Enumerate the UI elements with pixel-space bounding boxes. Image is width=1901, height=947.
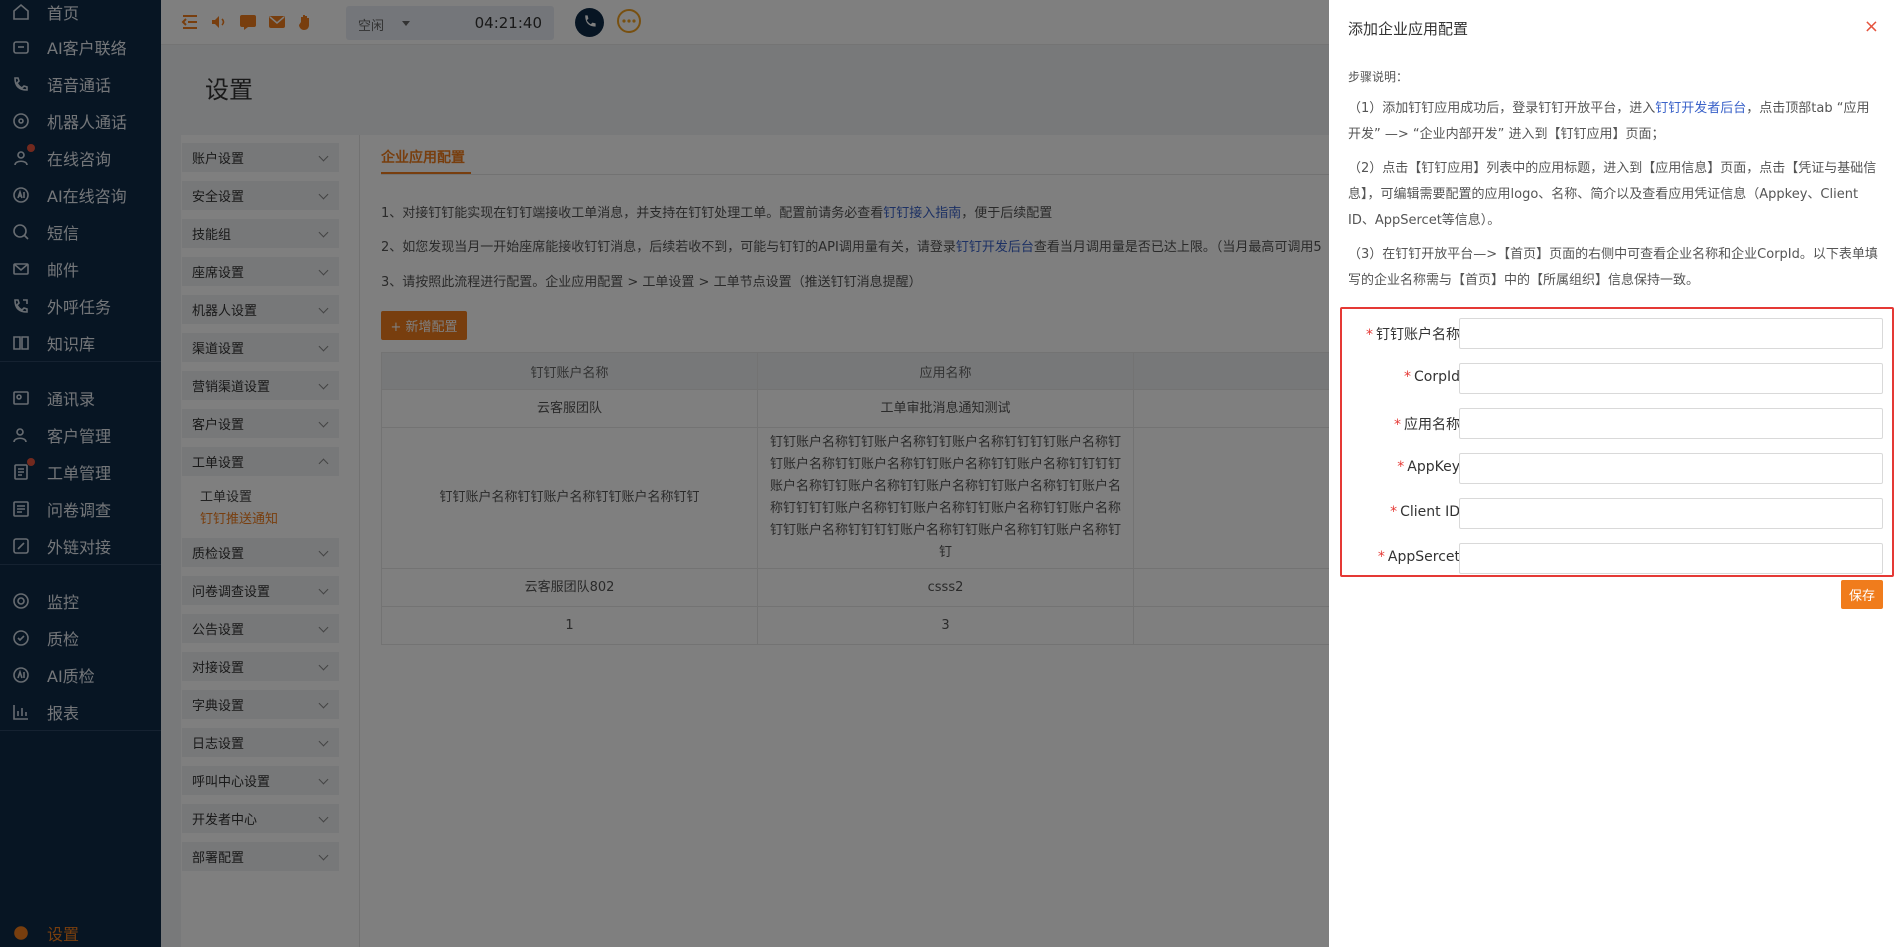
steps-heading: 步骤说明： — [1348, 70, 1409, 84]
dingtalk-developer-console-link[interactable]: 钉钉开发者后台 — [1655, 101, 1746, 116]
steps-description: 步骤说明： （1）添加钉钉应用成功后，登录钉钉开放平台，进入钉钉开发者后台，点击… — [1348, 64, 1882, 302]
step-3: （3）在钉钉开放平台—>【首页】页面的右侧中可查看企业名称和企业CorpId。以… — [1348, 247, 1878, 288]
app-name-input[interactable] — [1459, 408, 1883, 439]
config-form: * 钉钉账户名称 * CorpId * 应用名称 * AppKey * Client ID… — [1340, 307, 1894, 577]
appkey-input[interactable] — [1459, 453, 1883, 484]
form-row-account-name: * 钉钉账户名称 — [1342, 311, 1892, 356]
form-row-client-id: * Client ID — [1342, 491, 1892, 536]
close-icon[interactable]: × — [1864, 16, 1879, 37]
step-text: （1）添加钉钉应用成功后，登录钉钉开放平台，进入 — [1348, 101, 1656, 116]
form-row-corpid: * CorpId — [1342, 356, 1892, 401]
field-label: * AppKey — [1397, 459, 1460, 475]
step-1: （1）添加钉钉应用成功后，登录钉钉开放平台，进入钉钉开发者后台，点击顶部tab … — [1348, 96, 1882, 148]
client-id-input[interactable] — [1459, 498, 1883, 529]
drawer-title: 添加企业应用配置 — [1348, 20, 1469, 38]
field-label: * 钉钉账户名称 — [1366, 327, 1460, 343]
save-button[interactable]: 保存 — [1841, 580, 1883, 609]
form-row-appkey: * AppKey — [1342, 446, 1892, 491]
form-row-appsecret: * AppSercet — [1342, 536, 1892, 581]
step-2: （2）点击【钉钉应用】列表中的应用标题，进入到【应用信息】页面，点击【凭证与基础… — [1348, 161, 1877, 228]
appsecret-input[interactable] — [1459, 543, 1883, 574]
corpid-input[interactable] — [1459, 363, 1883, 394]
field-label: * Client ID — [1390, 504, 1460, 520]
field-label: * AppSercet — [1377, 549, 1460, 565]
field-label: * 应用名称 — [1394, 417, 1460, 433]
field-label: * CorpId — [1404, 369, 1460, 385]
add-config-drawer: 添加企业应用配置 × 步骤说明： （1）添加钉钉应用成功后，登录钉钉开放平台，进… — [1329, 0, 1901, 947]
form-row-app-name: * 应用名称 — [1342, 401, 1892, 446]
account-name-input[interactable] — [1459, 318, 1883, 349]
